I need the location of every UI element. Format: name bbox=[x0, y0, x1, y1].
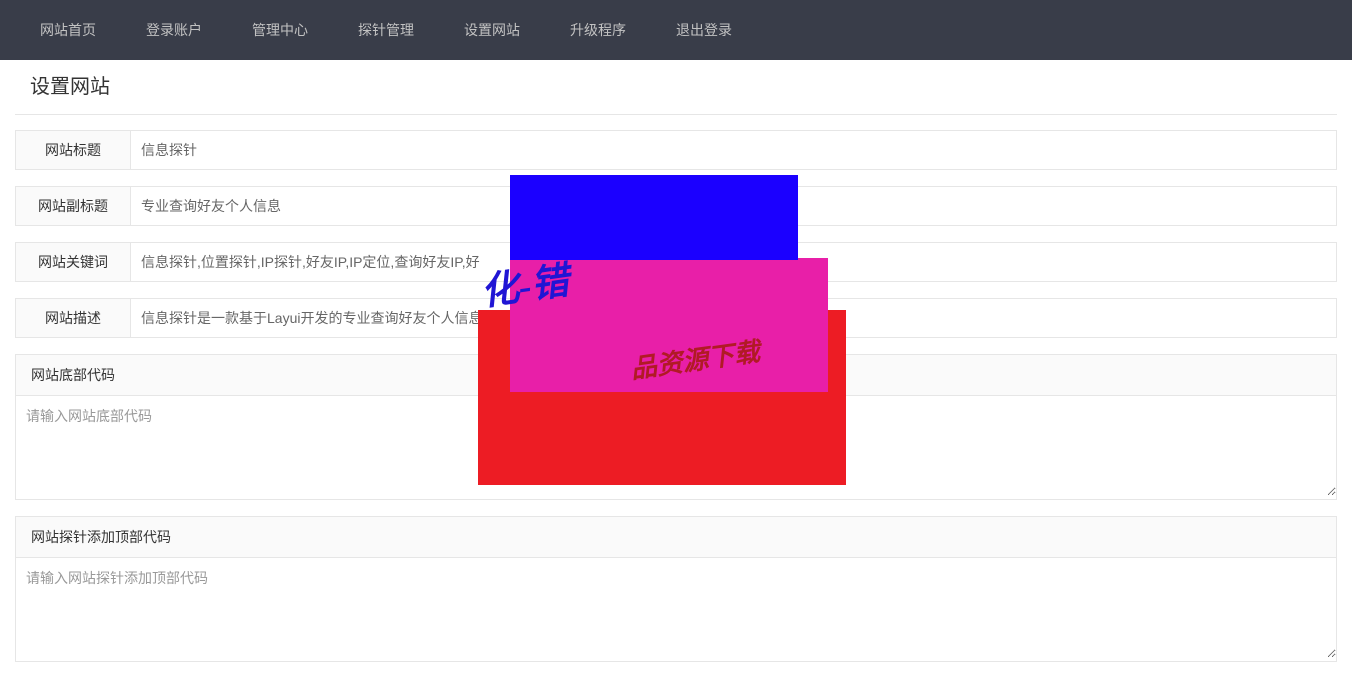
input-site-title[interactable] bbox=[131, 131, 1336, 169]
nav-admin[interactable]: 管理中心 bbox=[227, 0, 333, 60]
input-site-description[interactable] bbox=[131, 299, 1336, 337]
nav-home[interactable]: 网站首页 bbox=[15, 0, 121, 60]
wrap-probe-top-code bbox=[15, 558, 1337, 662]
input-site-subtitle[interactable] bbox=[131, 187, 1336, 225]
row-site-keywords: 网站关键词 bbox=[15, 242, 1337, 282]
row-site-subtitle: 网站副标题 bbox=[15, 186, 1337, 226]
nav-settings[interactable]: 设置网站 bbox=[439, 0, 545, 60]
wrap-footer-code bbox=[15, 396, 1337, 500]
textarea-probe-top-code[interactable] bbox=[16, 558, 1336, 658]
label-site-title: 网站标题 bbox=[16, 131, 131, 169]
nav-upgrade[interactable]: 升级程序 bbox=[545, 0, 651, 60]
row-site-title: 网站标题 bbox=[15, 130, 1337, 170]
top-navbar: 网站首页 登录账户 管理中心 探针管理 设置网站 升级程序 退出登录 bbox=[0, 0, 1352, 60]
page-title: 设置网站 bbox=[15, 60, 1337, 115]
textarea-footer-code[interactable] bbox=[16, 396, 1336, 496]
content-area: 设置网站 网站标题 网站副标题 网站关键词 网站描述 网站底部代码 网站探针添加… bbox=[0, 60, 1352, 662]
row-site-description: 网站描述 bbox=[15, 298, 1337, 338]
input-site-keywords[interactable] bbox=[131, 243, 1336, 281]
label-site-description: 网站描述 bbox=[16, 299, 131, 337]
label-site-keywords: 网站关键词 bbox=[16, 243, 131, 281]
header-probe-top-code: 网站探针添加顶部代码 bbox=[15, 516, 1337, 558]
nav-login[interactable]: 登录账户 bbox=[121, 0, 227, 60]
header-footer-code: 网站底部代码 bbox=[15, 354, 1337, 396]
nav-probe[interactable]: 探针管理 bbox=[333, 0, 439, 60]
nav-logout[interactable]: 退出登录 bbox=[651, 0, 757, 60]
label-site-subtitle: 网站副标题 bbox=[16, 187, 131, 225]
